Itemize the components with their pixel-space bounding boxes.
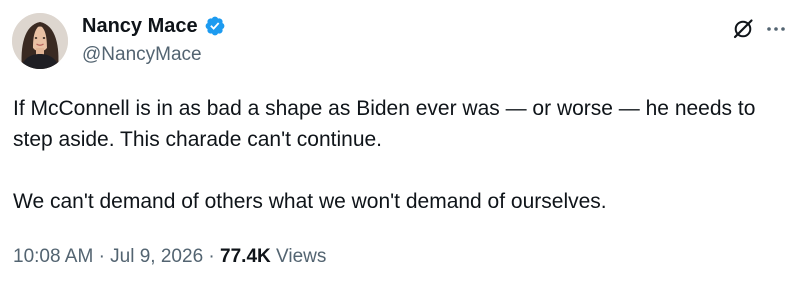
meta-separator: · (208, 246, 215, 267)
tweet-paragraph-2: We can't demand of others what we won't … (13, 190, 607, 213)
author-name-row: Nancy Mace (82, 13, 226, 39)
avatar-image (12, 13, 68, 69)
views-label: Views (276, 246, 327, 267)
views-count: 77.4K (220, 246, 271, 267)
tweet-paragraph-1: If McConnell is in as bad a shape as Bid… (13, 97, 756, 151)
verified-badge-icon[interactable] (204, 15, 226, 37)
tweet-card: Nancy Mace @NancyMace If McConnell is in… (0, 0, 800, 281)
more-icon[interactable] (764, 17, 788, 41)
author-display-name[interactable]: Nancy Mace (82, 13, 198, 39)
tweet-date[interactable]: Jul 9, 2026 (110, 246, 203, 267)
author-handle[interactable]: @NancyMace (82, 42, 202, 68)
tweet-text: If McConnell is in as bad a shape as Bid… (13, 93, 783, 217)
meta-separator: · (98, 246, 105, 267)
tweet-meta: 10:08 AM · Jul 9, 2026 · 77.4K Views (13, 244, 326, 270)
avatar[interactable] (12, 13, 68, 69)
tweet-time[interactable]: 10:08 AM (13, 246, 93, 267)
grok-icon[interactable] (731, 17, 755, 41)
